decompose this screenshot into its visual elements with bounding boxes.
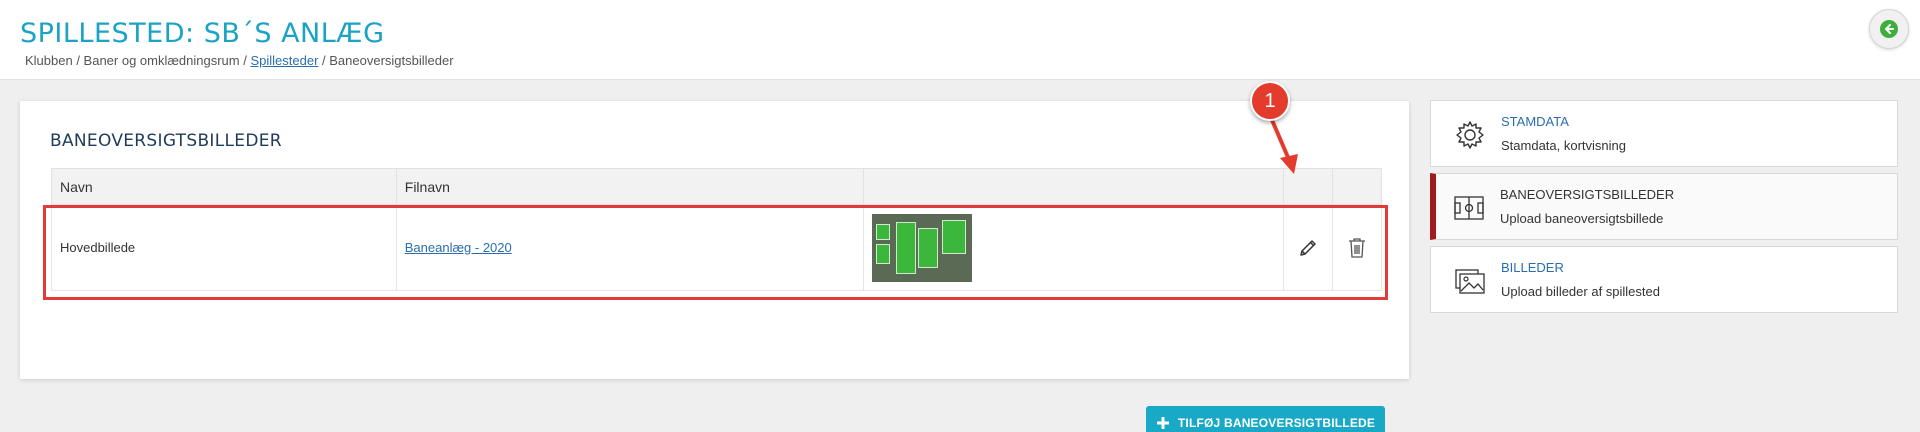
sidebar-item-subtitle: Upload baneoversigtsbillede — [1500, 211, 1664, 226]
annotation-marker: 1 — [1250, 81, 1290, 121]
breadcrumb: Klubben / Baner og omklædningsrum / Spil… — [25, 53, 454, 68]
column-header-image — [862, 168, 1284, 205]
gear-icon — [1456, 121, 1484, 149]
table-header-row: Navn Filnavn — [51, 168, 1383, 205]
sidebar-item-baneoversigtsbilleder[interactable]: BANEOVERSIGTSBILLEDER Upload baneoversig… — [1430, 173, 1898, 240]
page-title: SPILLESTED: SB´S ANLÆG — [20, 18, 385, 49]
column-header-navn: Navn — [51, 168, 397, 205]
sidebar-item-subtitle: Stamdata, kortvisning — [1501, 138, 1627, 153]
column-header-filnavn: Filnavn — [395, 168, 864, 205]
row-highlight-annotation — [43, 205, 1388, 300]
back-button[interactable] — [1869, 9, 1909, 49]
sidebar-item-title: BILLEDER — [1501, 260, 1564, 275]
add-overview-image-button[interactable]: TILFØJ BANEOVERSIGTBILLEDE — [1146, 406, 1385, 432]
sidebar-item-billeder[interactable]: BILLEDER Upload billeder af spillested — [1430, 246, 1898, 313]
sidebar-item-title: STAMDATA — [1501, 114, 1569, 129]
breadcrumb-prefix: Klubben / Baner og omklædningsrum / — [25, 53, 251, 68]
annotation-arrow — [1270, 119, 1298, 174]
sidebar-item-subtitle: Upload billeder af spillested — [1501, 284, 1660, 299]
sidebar-item-title: BANEOVERSIGTSBILLEDER — [1500, 187, 1675, 202]
add-button-label: TILFØJ BANEOVERSIGTBILLEDE — [1177, 416, 1376, 430]
back-arrow-icon — [1880, 20, 1898, 38]
breadcrumb-current: / Baneoversigtsbilleder — [318, 53, 454, 68]
sidebar-item-stamdata[interactable]: STAMDATA Stamdata, kortvisning — [1430, 100, 1898, 167]
images-icon — [1455, 269, 1485, 294]
field-layout-icon — [1454, 196, 1484, 220]
page-header: SPILLESTED: SB´S ANLÆG Klubben / Baner o… — [0, 0, 1920, 80]
plus-icon — [1156, 417, 1169, 429]
card-title: BANEOVERSIGTSBILLEDER — [50, 131, 282, 151]
breadcrumb-link-spillesteder[interactable]: Spillesteder — [250, 53, 318, 68]
column-header-delete — [1331, 168, 1383, 205]
